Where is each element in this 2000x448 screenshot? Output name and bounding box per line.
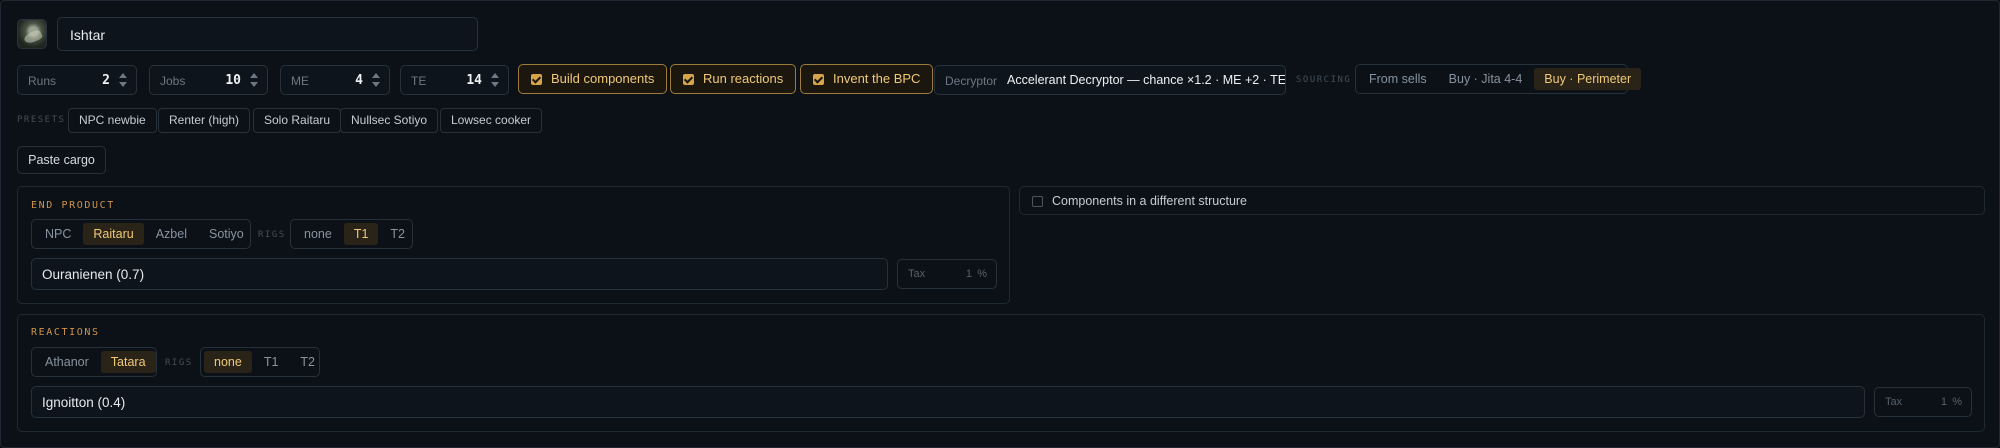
checkbox-checked-icon bbox=[531, 74, 542, 85]
run-reactions-toggle[interactable]: Run reactions bbox=[670, 64, 797, 94]
end-product-panel: END PRODUCT NPC Raitaru Azbel Sotiyo RIG… bbox=[17, 186, 1010, 304]
structure-option-athanor[interactable]: Athanor bbox=[35, 351, 99, 373]
structure-option-tatara[interactable]: Tatara bbox=[100, 351, 156, 373]
reactions-rigs-label: RIGS bbox=[165, 358, 193, 368]
sourcing-option-sells[interactable]: From sells bbox=[1359, 68, 1437, 90]
me-stepper-icon[interactable] bbox=[372, 73, 380, 87]
sourcing-segmented: From sells Buy · Jita 4-4 Buy · Perimete… bbox=[1355, 64, 1642, 94]
te-value: 14 bbox=[466, 73, 482, 88]
tax-value: 1 bbox=[1940, 396, 1947, 408]
ship-name-input[interactable]: Ishtar bbox=[57, 17, 478, 51]
tax-unit: % bbox=[1952, 396, 1962, 408]
me-field[interactable]: ME 4 bbox=[280, 65, 390, 95]
jobs-label: Jobs bbox=[160, 74, 186, 88]
reactions-title: REACTIONS bbox=[31, 327, 100, 338]
industry-planner-window: Ishtar Runs 2 Jobs 10 ME 4 TE 14 Build c… bbox=[0, 0, 2000, 448]
tax-unit: % bbox=[977, 268, 987, 280]
te-label: TE bbox=[411, 74, 427, 88]
rig-option-t2[interactable]: T2 bbox=[380, 223, 415, 245]
preset-solo-raitaru[interactable]: Solo Raitaru bbox=[253, 108, 342, 133]
end-product-tax-field[interactable]: Tax 1 % bbox=[897, 259, 997, 289]
structure-option-sotiyo[interactable]: Sotiyo bbox=[199, 223, 254, 245]
tax-label: Tax bbox=[1885, 396, 1903, 408]
structure-option-azbel[interactable]: Azbel bbox=[146, 223, 197, 245]
preset-renter-high[interactable]: Renter (high) bbox=[158, 108, 251, 133]
me-label: ME bbox=[291, 74, 309, 88]
reactions-tax-field[interactable]: Tax 1 % bbox=[1874, 387, 1972, 417]
rig-option-none[interactable]: none bbox=[294, 223, 342, 245]
preset-nullsec-sotiyo[interactable]: Nullsec Sotiyo bbox=[340, 108, 439, 133]
checkbox-unchecked-icon[interactable] bbox=[1032, 196, 1043, 207]
jobs-value: 10 bbox=[225, 73, 241, 88]
end-product-title: END PRODUCT bbox=[31, 200, 115, 211]
end-product-system-input[interactable]: Ouranienen (0.7) bbox=[31, 258, 888, 290]
decryptor-value: Accelerant Decryptor — chance ×1.2 · ME … bbox=[1007, 73, 1286, 87]
sourcing-option-perimeter[interactable]: Buy · Perimeter bbox=[1534, 68, 1642, 90]
reactions-system-input[interactable]: Ignoitton (0.4) bbox=[31, 386, 1865, 418]
runs-label: Runs bbox=[28, 74, 57, 88]
decryptor-label: Decryptor bbox=[945, 74, 998, 88]
rig-option-t1[interactable]: T1 bbox=[343, 223, 379, 245]
structure-option-raitaru[interactable]: Raitaru bbox=[83, 223, 144, 245]
te-field[interactable]: TE 14 bbox=[400, 65, 509, 95]
end-product-rigs-segmented: none T1 T2 bbox=[290, 219, 413, 249]
components-structure-option[interactable]: Components in a different structure bbox=[1019, 186, 1985, 215]
preset-lowsec-cooker[interactable]: Lowsec cooker bbox=[440, 108, 543, 133]
build-components-toggle[interactable]: Build components bbox=[518, 64, 668, 94]
te-stepper-icon[interactable] bbox=[491, 73, 499, 87]
me-value: 4 bbox=[355, 73, 363, 88]
reactions-structure-segmented: Athanor Tatara bbox=[31, 347, 157, 377]
rig-option-t1[interactable]: T1 bbox=[254, 351, 289, 373]
components-structure-label: Components in a different structure bbox=[1052, 194, 1248, 208]
decryptor-select[interactable]: Decryptor Accelerant Decryptor — chance … bbox=[934, 65, 1286, 95]
rig-option-t2[interactable]: T2 bbox=[290, 351, 325, 373]
reactions-rigs-segmented: none T1 T2 bbox=[200, 347, 320, 377]
jobs-stepper-icon[interactable] bbox=[250, 73, 258, 87]
presets-label: PRESETS bbox=[17, 115, 66, 125]
invent-bpc-label: Invent the BPC bbox=[833, 71, 921, 86]
end-product-structure-segmented: NPC Raitaru Azbel Sotiyo bbox=[31, 219, 251, 249]
build-components-label: Build components bbox=[551, 71, 655, 86]
invent-bpc-toggle[interactable]: Invent the BPC bbox=[800, 64, 934, 94]
sourcing-option-jita[interactable]: Buy · Jita 4-4 bbox=[1439, 68, 1533, 90]
tax-value: 1 bbox=[965, 268, 972, 280]
preset-npc-newbie[interactable]: NPC newbie bbox=[68, 108, 157, 133]
runs-stepper-icon[interactable] bbox=[119, 73, 127, 87]
runs-field[interactable]: Runs 2 bbox=[17, 65, 137, 95]
checkbox-checked-icon bbox=[813, 74, 824, 85]
jobs-field[interactable]: Jobs 10 bbox=[149, 65, 268, 95]
runs-value: 2 bbox=[102, 73, 110, 88]
end-product-rigs-label: RIGS bbox=[258, 230, 286, 240]
checkbox-checked-icon bbox=[683, 74, 694, 85]
structure-option-npc[interactable]: NPC bbox=[35, 223, 81, 245]
sourcing-label: SOURCING bbox=[1296, 75, 1352, 85]
reactions-panel: REACTIONS Athanor Tatara RIGS none T1 T2… bbox=[17, 314, 1985, 432]
tax-label: Tax bbox=[908, 268, 926, 280]
run-reactions-label: Run reactions bbox=[703, 71, 784, 86]
rig-option-none[interactable]: none bbox=[204, 351, 252, 373]
paste-cargo-button[interactable]: Paste cargo bbox=[17, 146, 106, 174]
ship-icon bbox=[17, 19, 47, 49]
